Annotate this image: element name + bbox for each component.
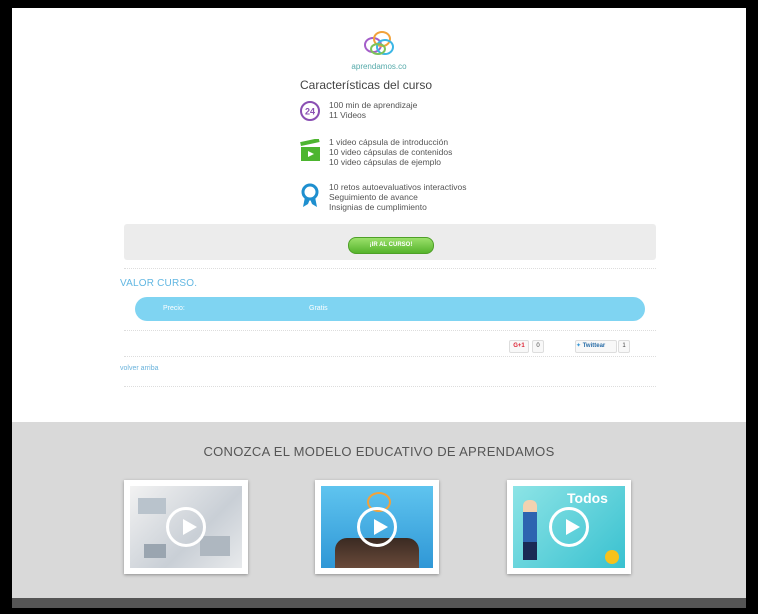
price-bar: Precio: Gratis (135, 297, 645, 321)
feature-group-challenges: 10 retos autoevaluativos interactivos Se… (329, 182, 467, 212)
video-thumbnail-image (321, 486, 433, 568)
video-thumbnail-1[interactable] (124, 480, 248, 574)
logo[interactable] (12, 28, 746, 63)
go-to-course-button[interactable]: ¡IR AL CURSO! (348, 237, 434, 254)
bottom-bar (12, 598, 746, 608)
video-thumbnail-image: Todos (513, 486, 625, 568)
divider (124, 356, 656, 357)
feature-line: 11 Videos (329, 110, 367, 120)
video-thumbnail-2[interactable] (315, 480, 439, 574)
feature-group-videos: 1 video cápsula de introducción 10 video… (329, 137, 452, 167)
cloud-logo-icon (364, 31, 394, 55)
price-value: Gratis (309, 305, 328, 312)
video-clapper-icon (299, 138, 323, 168)
video-thumbnail-image (130, 486, 242, 568)
google-plus-count: 0 (532, 340, 544, 353)
divider (124, 386, 656, 387)
educational-model-heading: CONOZCA EL MODELO EDUCATIVO DE APRENDAMO… (203, 444, 555, 459)
logo-text: aprendamos.co (351, 62, 407, 71)
play-icon[interactable] (166, 507, 206, 547)
cartoon-character (523, 500, 537, 560)
feature-line: 100 min de aprendizaje (329, 100, 418, 110)
back-to-top-link[interactable]: volver arriba (120, 365, 159, 372)
badge-24-text: 24 (305, 107, 315, 117)
feature-line: 10 retos autoevaluativos interactivos (329, 182, 467, 192)
play-icon[interactable] (357, 507, 397, 547)
feature-line: 10 video cápsulas de ejemplo (329, 157, 441, 167)
twitter-bird-icon: ✦ (576, 343, 582, 349)
video-thumbnail-3[interactable]: Todos (507, 480, 631, 574)
award-ribbon-icon (299, 183, 321, 214)
clock-24-icon: 24 (299, 100, 321, 127)
price-label: Precio: (163, 305, 185, 312)
twitter-button[interactable]: ✦ Twittear (575, 340, 617, 353)
course-value-heading: VALOR CURSO. (120, 278, 198, 289)
course-features-title: Características del curso (300, 78, 433, 92)
page-frame: aprendamos.co Características del curso … (12, 8, 746, 608)
feature-line: 10 video cápsulas de contenidos (329, 147, 453, 157)
google-plus-button[interactable]: G+1 (509, 340, 529, 353)
divider (124, 330, 656, 331)
video-overlay-text: Todos (567, 490, 608, 506)
play-icon[interactable] (549, 507, 589, 547)
feature-line: Insignias de cumplimiento (329, 202, 427, 212)
feature-group-time: 100 min de aprendizaje 11 Videos (329, 100, 417, 120)
twitter-button-label: Twittear (582, 343, 606, 349)
feature-line: Seguimiento de avance (329, 192, 418, 202)
twitter-count: 1 (618, 340, 630, 353)
feature-line: 1 video cápsula de introducción (329, 137, 449, 147)
divider (124, 268, 656, 269)
